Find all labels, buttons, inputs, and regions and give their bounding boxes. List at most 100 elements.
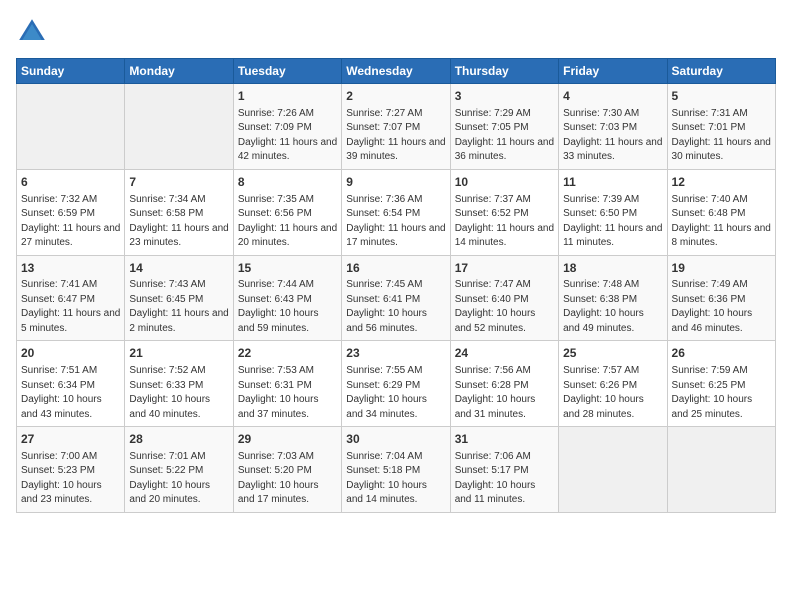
day-number: 25	[563, 345, 662, 362]
day-number: 4	[563, 88, 662, 105]
day-info: Sunrise: 7:30 AM Sunset: 7:03 PM Dayligh…	[563, 107, 662, 165]
day-number: 8	[238, 174, 337, 191]
day-number: 13	[21, 260, 120, 277]
day-info: Sunrise: 7:32 AM Sunset: 6:59 PM Dayligh…	[21, 193, 120, 251]
day-info: Sunrise: 7:36 AM Sunset: 6:54 PM Dayligh…	[346, 193, 445, 251]
calendar-cell: 5 Sunrise: 7:31 AM Sunset: 7:01 PM Daylig…	[667, 84, 775, 170]
calendar-cell	[17, 84, 125, 170]
day-number: 6	[21, 174, 120, 191]
day-number: 11	[563, 174, 662, 191]
day-info: Sunrise: 7:45 AM Sunset: 6:41 PM Dayligh…	[346, 278, 445, 336]
calendar-header-wednesday: Wednesday	[342, 59, 450, 84]
calendar-cell: 2 Sunrise: 7:27 AM Sunset: 7:07 PM Daylig…	[342, 84, 450, 170]
calendar-header-thursday: Thursday	[450, 59, 558, 84]
calendar-cell: 31 Sunrise: 7:06 AM Sunset: 5:17 PM Dayli…	[450, 427, 558, 513]
calendar-cell: 30 Sunrise: 7:04 AM Sunset: 5:18 PM Dayli…	[342, 427, 450, 513]
day-info: Sunrise: 7:39 AM Sunset: 6:50 PM Dayligh…	[563, 193, 662, 251]
logo-icon	[16, 16, 48, 48]
calendar-cell: 24 Sunrise: 7:56 AM Sunset: 6:28 PM Dayli…	[450, 341, 558, 427]
calendar-week-1: 1Sunrise: 7:26 AM Sunset: 7:09 PM Daylig…	[17, 84, 776, 170]
calendar-cell: 1Sunrise: 7:26 AM Sunset: 7:09 PM Daylig…	[233, 84, 341, 170]
day-info: Sunrise: 7:43 AM Sunset: 6:45 PM Dayligh…	[129, 278, 228, 336]
calendar-cell: 8 Sunrise: 7:35 AM Sunset: 6:56 PM Daylig…	[233, 169, 341, 255]
day-info: Sunrise: 7:55 AM Sunset: 6:29 PM Dayligh…	[346, 364, 445, 422]
day-info: Sunrise: 7:47 AM Sunset: 6:40 PM Dayligh…	[455, 278, 554, 336]
day-number: 21	[129, 345, 228, 362]
day-number: 27	[21, 431, 120, 448]
calendar-cell: 13Sunrise: 7:41 AM Sunset: 6:47 PM Dayli…	[17, 255, 125, 341]
day-info: Sunrise: 7:01 AM Sunset: 5:22 PM Dayligh…	[129, 450, 228, 508]
calendar-cell: 16Sunrise: 7:45 AM Sunset: 6:41 PM Dayli…	[342, 255, 450, 341]
calendar-week-2: 6 Sunrise: 7:32 AM Sunset: 6:59 PM Daylig…	[17, 169, 776, 255]
calendar-cell: 19Sunrise: 7:49 AM Sunset: 6:36 PM Dayli…	[667, 255, 775, 341]
day-number: 24	[455, 345, 554, 362]
day-number: 10	[455, 174, 554, 191]
calendar-cell	[559, 427, 667, 513]
day-number: 23	[346, 345, 445, 362]
calendar-cell: 23 Sunrise: 7:55 AM Sunset: 6:29 PM Dayli…	[342, 341, 450, 427]
calendar-header-monday: Monday	[125, 59, 233, 84]
day-number: 15	[238, 260, 337, 277]
calendar-cell: 25 Sunrise: 7:57 AM Sunset: 6:26 PM Dayli…	[559, 341, 667, 427]
day-info: Sunrise: 7:26 AM Sunset: 7:09 PM Dayligh…	[238, 107, 337, 165]
day-number: 2	[346, 88, 445, 105]
day-number: 30	[346, 431, 445, 448]
calendar-header-sunday: Sunday	[17, 59, 125, 84]
day-info: Sunrise: 7:27 AM Sunset: 7:07 PM Dayligh…	[346, 107, 445, 165]
day-info: Sunrise: 7:35 AM Sunset: 6:56 PM Dayligh…	[238, 193, 337, 251]
day-number: 29	[238, 431, 337, 448]
calendar-week-5: 27 Sunrise: 7:00 AM Sunset: 5:23 PM Dayli…	[17, 427, 776, 513]
day-number: 3	[455, 88, 554, 105]
calendar-cell: 11 Sunrise: 7:39 AM Sunset: 6:50 PM Dayli…	[559, 169, 667, 255]
calendar-cell: 6 Sunrise: 7:32 AM Sunset: 6:59 PM Daylig…	[17, 169, 125, 255]
calendar-header-tuesday: Tuesday	[233, 59, 341, 84]
day-number: 20	[21, 345, 120, 362]
calendar-cell: 4 Sunrise: 7:30 AM Sunset: 7:03 PM Daylig…	[559, 84, 667, 170]
day-info: Sunrise: 7:41 AM Sunset: 6:47 PM Dayligh…	[21, 278, 120, 336]
calendar-cell: 29Sunrise: 7:03 AM Sunset: 5:20 PM Dayli…	[233, 427, 341, 513]
calendar-cell: 27 Sunrise: 7:00 AM Sunset: 5:23 PM Dayli…	[17, 427, 125, 513]
day-number: 5	[672, 88, 771, 105]
day-info: Sunrise: 7:31 AM Sunset: 7:01 PM Dayligh…	[672, 107, 771, 165]
day-number: 28	[129, 431, 228, 448]
day-number: 14	[129, 260, 228, 277]
day-info: Sunrise: 7:52 AM Sunset: 6:33 PM Dayligh…	[129, 364, 228, 422]
day-info: Sunrise: 7:57 AM Sunset: 6:26 PM Dayligh…	[563, 364, 662, 422]
day-info: Sunrise: 7:40 AM Sunset: 6:48 PM Dayligh…	[672, 193, 771, 251]
day-number: 26	[672, 345, 771, 362]
day-info: Sunrise: 7:06 AM Sunset: 5:17 PM Dayligh…	[455, 450, 554, 508]
calendar-cell: 20Sunrise: 7:51 AM Sunset: 6:34 PM Dayli…	[17, 341, 125, 427]
day-info: Sunrise: 7:59 AM Sunset: 6:25 PM Dayligh…	[672, 364, 771, 422]
calendar-cell: 7Sunrise: 7:34 AM Sunset: 6:58 PM Daylig…	[125, 169, 233, 255]
calendar-cell: 12 Sunrise: 7:40 AM Sunset: 6:48 PM Dayli…	[667, 169, 775, 255]
day-info: Sunrise: 7:29 AM Sunset: 7:05 PM Dayligh…	[455, 107, 554, 165]
day-info: Sunrise: 7:56 AM Sunset: 6:28 PM Dayligh…	[455, 364, 554, 422]
day-number: 31	[455, 431, 554, 448]
day-info: Sunrise: 7:04 AM Sunset: 5:18 PM Dayligh…	[346, 450, 445, 508]
day-number: 17	[455, 260, 554, 277]
calendar-cell: 18Sunrise: 7:48 AM Sunset: 6:38 PM Dayli…	[559, 255, 667, 341]
calendar-header-saturday: Saturday	[667, 59, 775, 84]
calendar-cell: 15Sunrise: 7:44 AM Sunset: 6:43 PM Dayli…	[233, 255, 341, 341]
calendar-cell: 22Sunrise: 7:53 AM Sunset: 6:31 PM Dayli…	[233, 341, 341, 427]
day-info: Sunrise: 7:37 AM Sunset: 6:52 PM Dayligh…	[455, 193, 554, 251]
calendar-cell: 10 Sunrise: 7:37 AM Sunset: 6:52 PM Dayli…	[450, 169, 558, 255]
day-number: 18	[563, 260, 662, 277]
calendar-cell: 21 Sunrise: 7:52 AM Sunset: 6:33 PM Dayli…	[125, 341, 233, 427]
calendar-cell	[667, 427, 775, 513]
day-number: 12	[672, 174, 771, 191]
day-info: Sunrise: 7:00 AM Sunset: 5:23 PM Dayligh…	[21, 450, 120, 508]
day-info: Sunrise: 7:48 AM Sunset: 6:38 PM Dayligh…	[563, 278, 662, 336]
calendar-cell: 9Sunrise: 7:36 AM Sunset: 6:54 PM Daylig…	[342, 169, 450, 255]
day-number: 19	[672, 260, 771, 277]
calendar-header-row: SundayMondayTuesdayWednesdayThursdayFrid…	[17, 59, 776, 84]
day-info: Sunrise: 7:53 AM Sunset: 6:31 PM Dayligh…	[238, 364, 337, 422]
calendar-header-friday: Friday	[559, 59, 667, 84]
calendar-cell: 14Sunrise: 7:43 AM Sunset: 6:45 PM Dayli…	[125, 255, 233, 341]
day-number: 7	[129, 174, 228, 191]
calendar-cell: 17Sunrise: 7:47 AM Sunset: 6:40 PM Dayli…	[450, 255, 558, 341]
page-header	[16, 16, 776, 48]
day-info: Sunrise: 7:49 AM Sunset: 6:36 PM Dayligh…	[672, 278, 771, 336]
calendar-week-4: 20Sunrise: 7:51 AM Sunset: 6:34 PM Dayli…	[17, 341, 776, 427]
logo	[16, 16, 52, 48]
